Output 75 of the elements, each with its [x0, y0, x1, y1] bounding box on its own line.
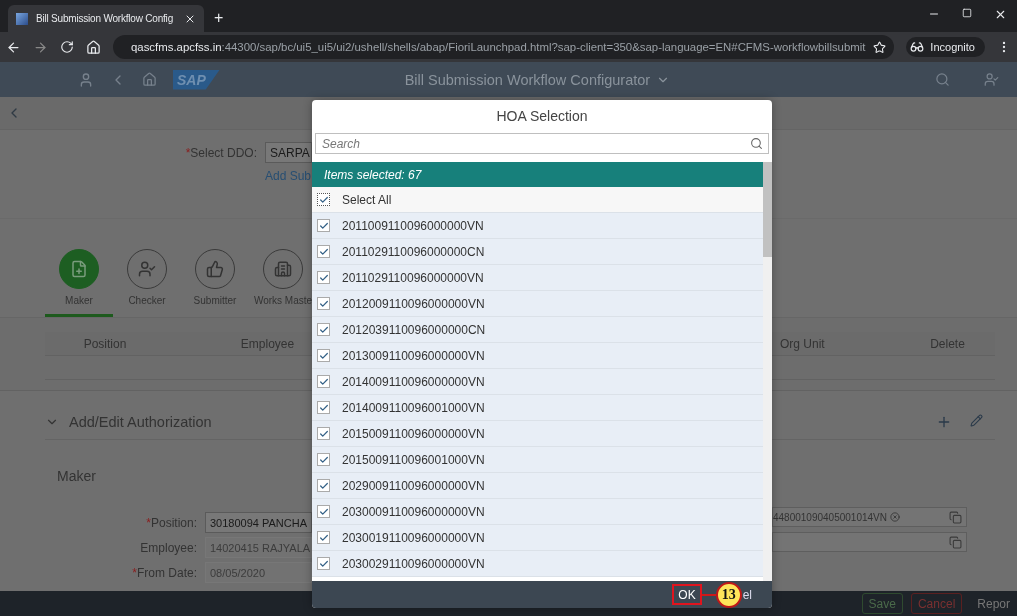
list-item[interactable]: 2014009110096000000VN: [312, 369, 763, 395]
tab-title: Bill Submission Workflow Config: [36, 13, 174, 24]
list-item[interactable]: 2013009110096000000VN: [312, 343, 763, 369]
covered-button[interactable]: el: [741, 587, 752, 602]
input-field[interactable]: [772, 532, 967, 552]
field-label: Employee:: [140, 540, 197, 555]
list-item[interactable]: 2011029110096000000CN: [312, 239, 763, 265]
checkbox[interactable]: [317, 531, 330, 544]
checkbox[interactable]: [317, 479, 330, 492]
dialog-title: HOA Selection: [496, 107, 588, 124]
section-heading: Maker: [57, 468, 96, 484]
leader-line: [701, 593, 716, 596]
checkbox[interactable]: [317, 557, 330, 570]
maximize-icon[interactable]: [962, 8, 972, 18]
checkbox[interactable]: [317, 453, 330, 466]
footer-button[interactable]: Repor: [970, 593, 1017, 614]
column-header: Delete: [929, 336, 966, 351]
role-icon: [274, 260, 292, 278]
scrollbar[interactable]: [763, 162, 772, 581]
ddo-field[interactable]: SARPA: [265, 142, 312, 163]
list-item[interactable]: 2011009110096000000VN: [312, 213, 763, 239]
select-all-item[interactable]: Select All: [312, 187, 763, 213]
logo: SAP: [173, 69, 220, 90]
role-icon: [206, 260, 224, 278]
checkbox[interactable]: [317, 349, 330, 362]
copy-icon[interactable]: [949, 535, 962, 549]
list-item[interactable]: 2030009110096000000VN: [312, 499, 763, 525]
step-marker: 13: [715, 581, 742, 608]
checkbox[interactable]: [317, 505, 330, 518]
checkbox[interactable]: [317, 297, 330, 310]
favicon-icon: [16, 12, 28, 25]
column-header: Employee: [239, 336, 296, 351]
list-item[interactable]: 2014009110096001000VN: [312, 395, 763, 421]
token: 448001090405001014VN: [773, 511, 900, 523]
field-label: *Select DDO:: [185, 145, 257, 160]
checkbox[interactable]: [317, 323, 330, 336]
checkbox[interactable]: [317, 401, 330, 414]
browser-tab[interactable]: Bill Submission Workflow Config: [8, 5, 204, 32]
checkbox[interactable]: [317, 427, 330, 440]
close-icon[interactable]: [994, 8, 1007, 21]
role-icon: [70, 260, 88, 278]
list-item[interactable]: 2030019110096000000VN: [312, 525, 763, 551]
checkbox[interactable]: [317, 245, 330, 258]
list-item[interactable]: 2015009110096001000VN: [312, 447, 763, 473]
list-item[interactable]: 2012039110096000000CN: [312, 317, 763, 343]
selection-info: Items selected: 67: [312, 162, 763, 187]
forward-icon[interactable]: [33, 39, 48, 55]
checkbox[interactable]: [317, 271, 330, 284]
input-field[interactable]: 30180094 PANCHA: [205, 512, 312, 533]
copy-icon[interactable]: [949, 510, 962, 524]
column-header: Position: [82, 336, 128, 351]
list-item[interactable]: 2011029110096000000VN: [312, 265, 763, 291]
checkbox[interactable]: [317, 193, 330, 206]
incognito-icon: [910, 40, 925, 54]
new-tab-button[interactable]: +: [214, 9, 224, 32]
role-icon: [138, 260, 156, 278]
list-item[interactable]: 2012009110096000000VN: [312, 291, 763, 317]
column-header: Org Unit: [779, 336, 826, 351]
checkbox[interactable]: [317, 375, 330, 388]
list-item[interactable]: 2030029110096000000VN: [312, 551, 763, 577]
profile-button[interactable]: Incognito: [906, 37, 985, 57]
ok-button[interactable]: OK: [672, 584, 702, 605]
reload-icon[interactable]: [60, 40, 74, 54]
checkbox[interactable]: [317, 219, 330, 232]
field-label: *From Date:: [132, 565, 197, 580]
app-title: Bill Submission Workflow Configurator: [404, 71, 651, 88]
panel-title: Add/Edit Authorization: [69, 414, 212, 430]
back-icon[interactable]: [6, 39, 21, 55]
star-icon[interactable]: [873, 40, 887, 54]
list-item[interactable]: 2029009110096000000VN: [312, 473, 763, 499]
search-field[interactable]: Search: [315, 133, 769, 154]
list-item[interactable]: 2015009110096000000VN: [312, 421, 763, 447]
search-icon[interactable]: [750, 137, 763, 150]
address-field[interactable]: qascfms.apcfss.in:44300/sap/bc/ui5_ui5/ui2/ushell/shells/abap/FioriLaunchpad.html?sap-client=350&sap-language=EN#CFMS-workflowbillsubmit: [113, 35, 895, 59]
field-label: *Position:: [146, 515, 197, 530]
